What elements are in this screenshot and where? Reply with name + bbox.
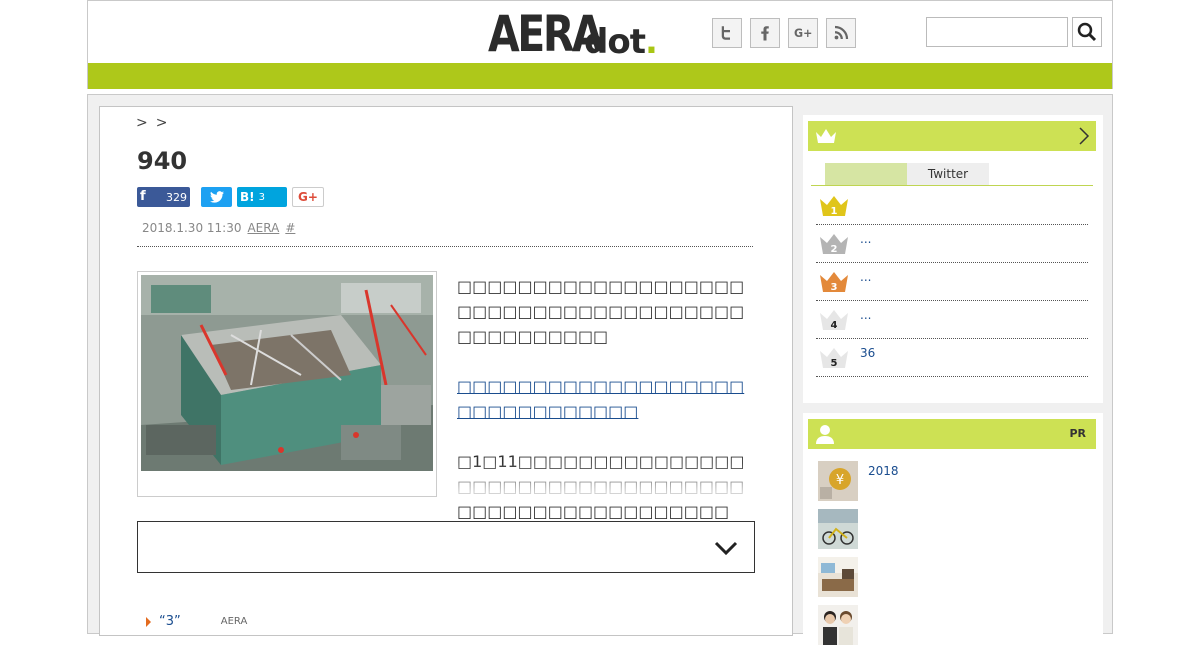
ranking-widget: Twitter 1 2 ... 3 ... 4 ... 5 36: [803, 115, 1103, 403]
rank-number: 5: [831, 358, 838, 369]
facebook-button[interactable]: [750, 18, 780, 48]
related-article[interactable]: “3” AERA: [146, 614, 247, 629]
crown-icon: [816, 129, 836, 143]
ranking-tabs: Twitter: [825, 163, 989, 185]
rank-number: 1: [831, 206, 838, 217]
pr-thumbnail[interactable]: [818, 509, 858, 549]
page-content: > > 940 f 329 B! 3 G+ 2018.1.30 11:30 AE…: [87, 94, 1113, 645]
ranking-item[interactable]: 4 ...: [816, 301, 1088, 339]
ranking-item-title[interactable]: ...: [860, 308, 871, 322]
hatena-bookmark-button[interactable]: B! 3: [237, 187, 287, 207]
ranking-item[interactable]: 1: [816, 187, 1088, 225]
pr-thumbnail[interactable]: ¥: [818, 461, 858, 501]
rss-icon: [834, 25, 849, 40]
ranking-item-title[interactable]: 36: [860, 346, 875, 360]
twitter-button[interactable]: [712, 18, 742, 48]
rank-crown-icon: 2: [820, 234, 848, 255]
hatena-bookmark-count: 3: [258, 191, 265, 203]
article-paragraph: □□□□□□□□□□□□□□□□□□□□□□□□□□□□□□□□□□□□□□□□…: [457, 277, 745, 346]
rank-crown-icon: 5: [820, 348, 848, 369]
text-fade-overlay: [457, 463, 755, 503]
google-plus-button[interactable]: G+: [788, 18, 818, 48]
rank-crown-icon: 1: [820, 196, 848, 217]
article-date: 2018.1.30 11:30: [142, 221, 242, 235]
pr-thumbnail[interactable]: [818, 605, 858, 645]
rank-number: 4: [831, 320, 838, 331]
breadcrumb-separator-icon[interactable]: >: [156, 115, 168, 131]
read-more-button[interactable]: [137, 521, 755, 573]
article-inline-link[interactable]: □□□□□□□□□□□□□□□□□□□□□□□□□□□□□□□: [457, 377, 744, 421]
tab-ranking[interactable]: [825, 163, 907, 185]
logo-aera-text: AERA: [488, 5, 604, 63]
twitter-icon: [721, 26, 730, 40]
related-article-source: AERA: [220, 616, 248, 627]
twitter-bird-icon: [209, 191, 224, 203]
pr-item-title[interactable]: 2018: [868, 464, 899, 478]
article-tag-link[interactable]: #: [285, 221, 295, 235]
facebook-share-count: 329: [166, 190, 187, 204]
article-title: 940: [137, 147, 188, 175]
pr-widget: PR ¥ 2018: [803, 413, 1103, 645]
pr-label: PR: [1069, 427, 1086, 440]
rank-number: 2: [831, 244, 838, 255]
breadcrumb: > >: [136, 115, 167, 131]
twitter-share-button[interactable]: [201, 187, 232, 207]
ranking-item[interactable]: 5 36: [816, 339, 1088, 377]
tab-twitter[interactable]: Twitter: [907, 163, 989, 185]
svg-text:¥: ¥: [836, 473, 844, 488]
hatena-bookmark-icon: B!: [240, 190, 255, 204]
article-photo[interactable]: [137, 271, 437, 497]
chevron-right-icon: [1079, 127, 1090, 145]
ranking-item[interactable]: 2 ...: [816, 225, 1088, 263]
related-article-title[interactable]: “3”: [159, 614, 181, 629]
divider: [137, 246, 753, 247]
search-button[interactable]: [1072, 17, 1102, 47]
site-logo[interactable]: AERA dot.: [488, 5, 658, 63]
pr-thumbnail[interactable]: [818, 557, 858, 597]
article-image: [141, 275, 433, 471]
article: > > 940 f 329 B! 3 G+ 2018.1.30 11:30 AE…: [99, 106, 793, 636]
chevron-down-icon: [714, 541, 738, 556]
google-plus-icon: G+: [794, 27, 812, 40]
ranking-item-title[interactable]: ...: [860, 232, 871, 246]
facebook-share-button[interactable]: f 329: [137, 187, 190, 207]
nav-bar: [88, 63, 1112, 89]
article-source-link[interactable]: AERA: [247, 221, 279, 235]
google-plus-share-button[interactable]: G+: [292, 187, 324, 207]
rank-crown-icon: 4: [820, 310, 848, 331]
search-input[interactable]: [926, 17, 1068, 47]
ranking-item-title[interactable]: ...: [860, 270, 871, 284]
ranking-item[interactable]: 3 ...: [816, 263, 1088, 301]
rank-number: 3: [831, 282, 838, 293]
svg-text:G+: G+: [794, 27, 812, 40]
rss-button[interactable]: [826, 18, 856, 48]
article-meta: 2018.1.30 11:30 AERA #: [142, 221, 295, 235]
person-icon: [816, 425, 834, 444]
pr-header: PR: [808, 419, 1096, 449]
facebook-icon: f: [140, 189, 146, 204]
site-header: AERA dot. G+: [87, 0, 1113, 89]
breadcrumb-separator-icon[interactable]: >: [136, 115, 148, 131]
rank-crown-icon: 3: [820, 272, 848, 293]
search-icon: [1077, 22, 1097, 42]
ranking-header[interactable]: [808, 121, 1096, 151]
facebook-icon: [761, 26, 769, 41]
triangle-bullet-icon: [146, 616, 151, 627]
tab-underline: [811, 185, 1093, 186]
google-plus-share-icon: G+: [298, 190, 318, 204]
